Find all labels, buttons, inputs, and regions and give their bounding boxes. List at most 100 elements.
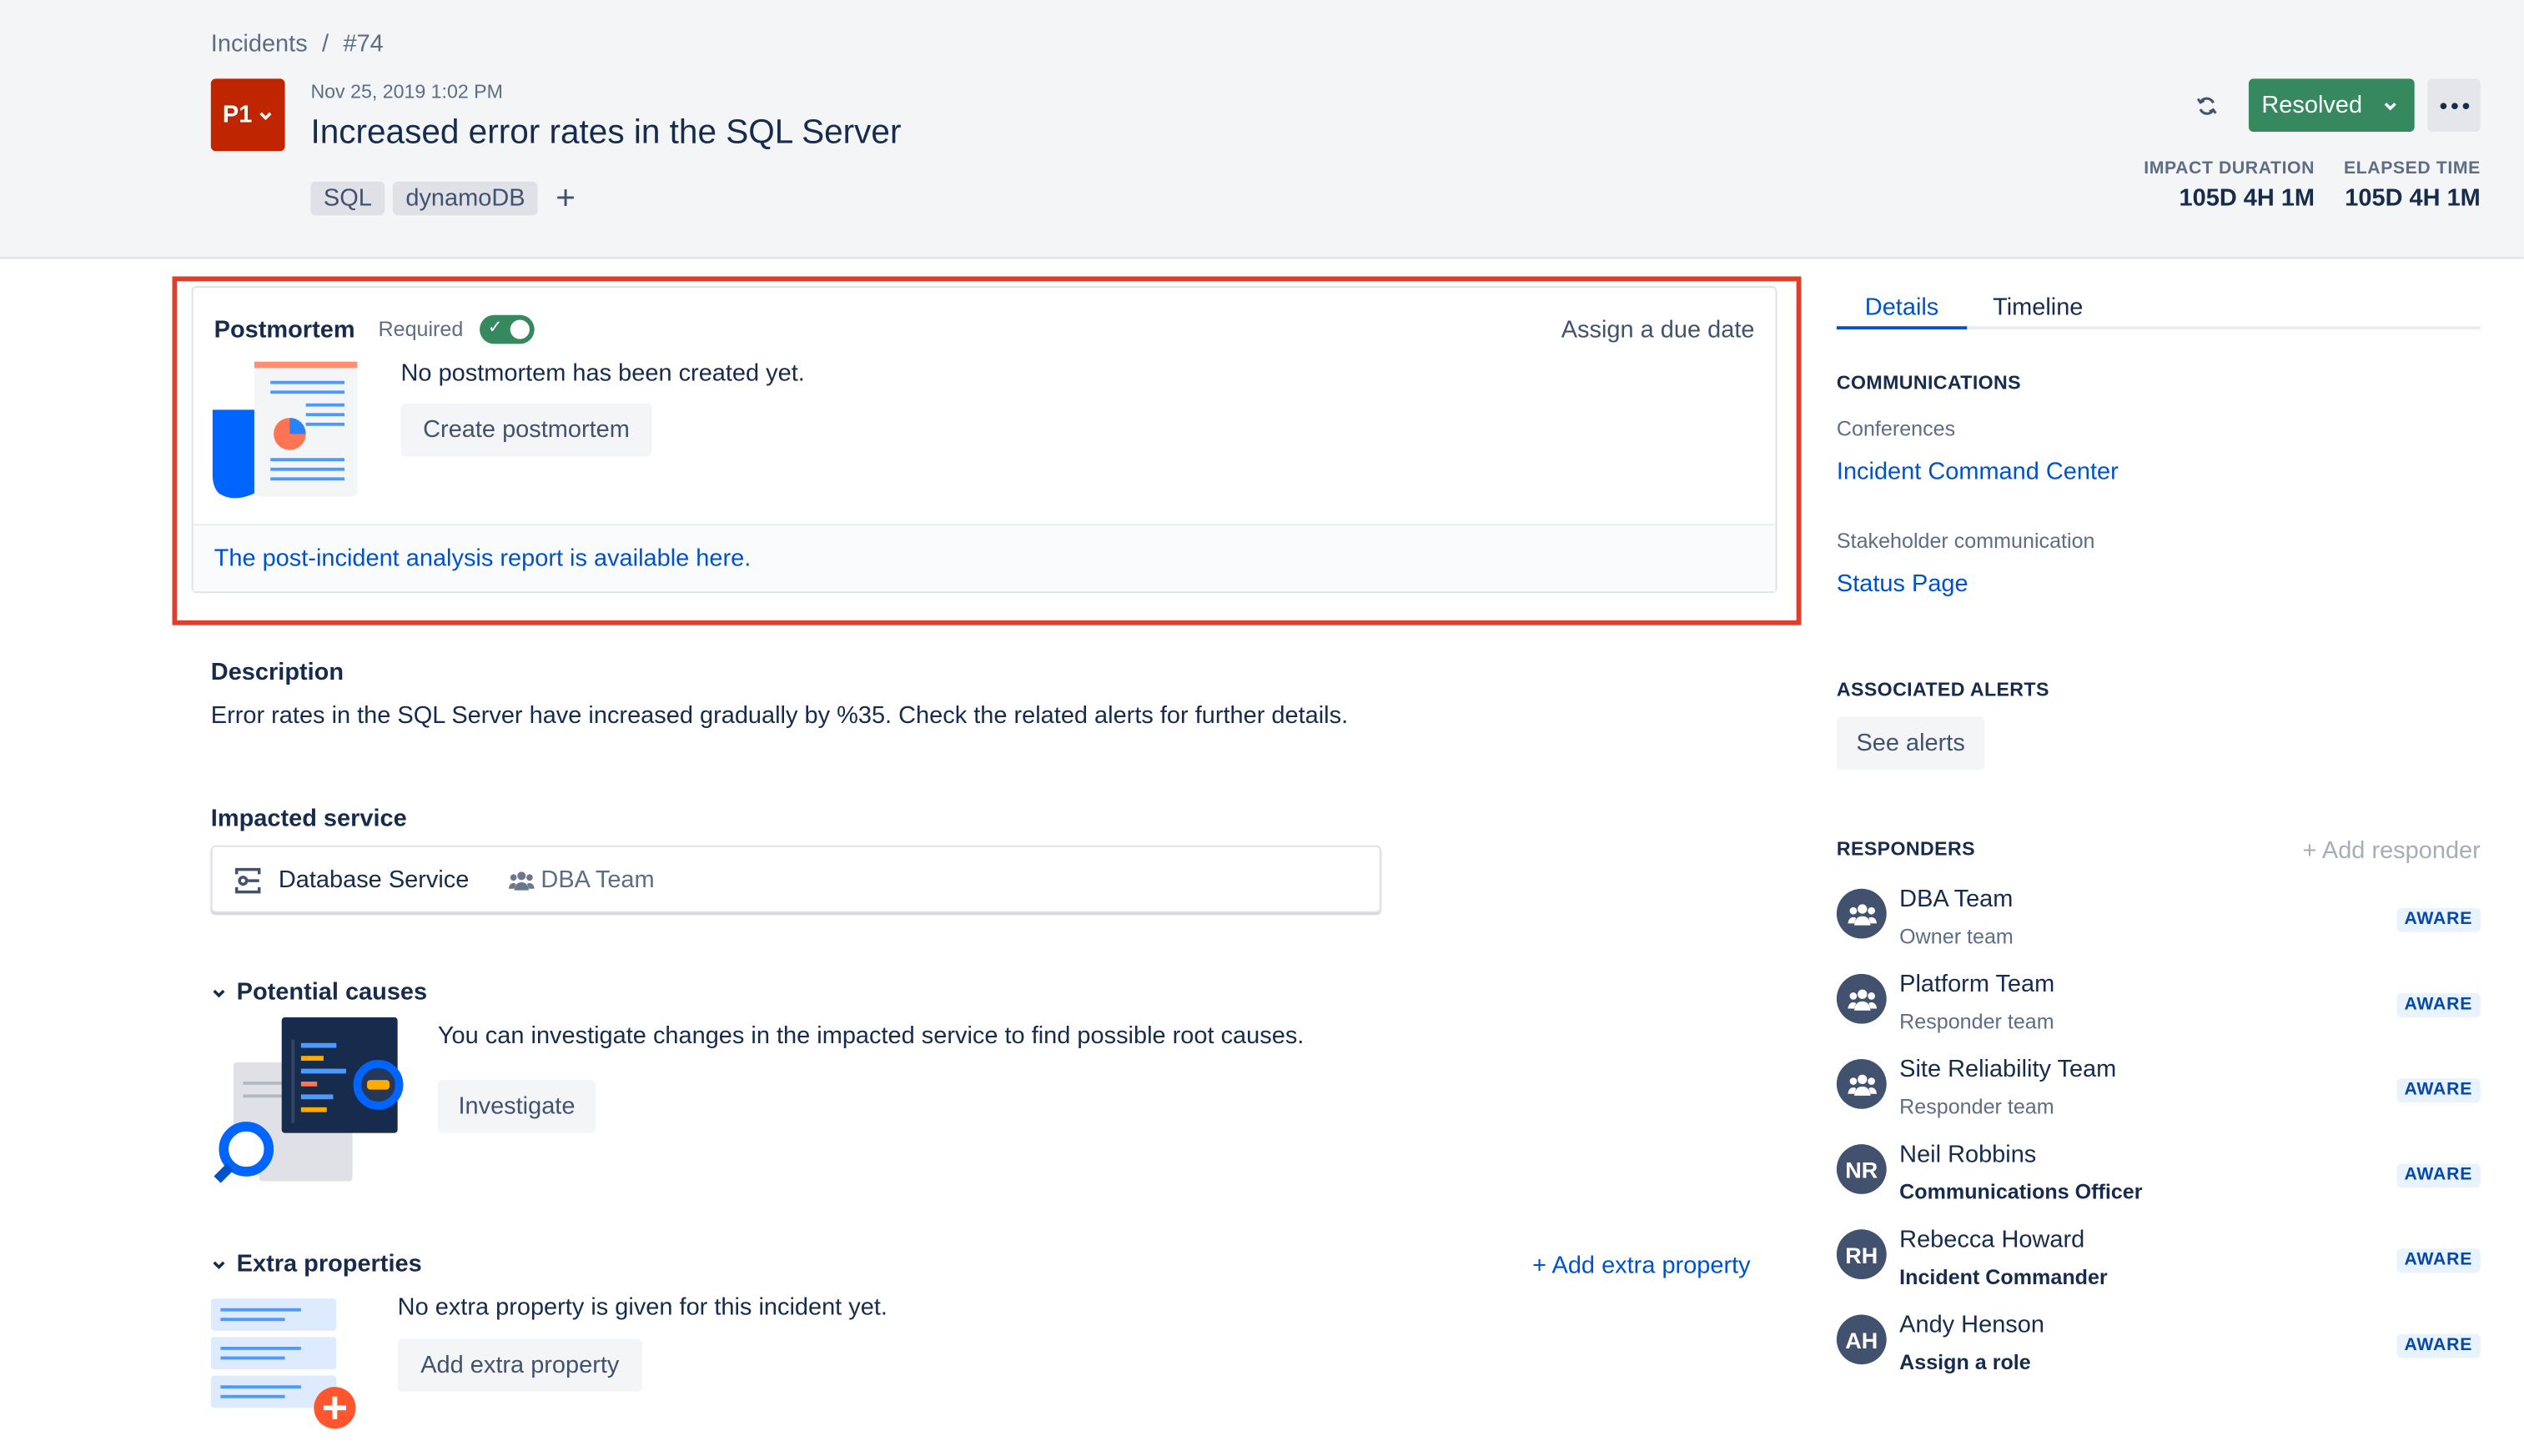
add-extra-property-button[interactable]: Add extra property — [397, 1338, 642, 1392]
responder-item: Platform Team Responder team AWARE — [1836, 971, 2481, 1045]
investigate-illustration — [214, 1017, 404, 1183]
potential-causes-title: Potential causes — [236, 978, 428, 1007]
analysis-report-link[interactable]: The post-incident analysis report is ava… — [214, 545, 752, 572]
responder-name[interactable]: Neil Robbins — [1899, 1141, 2036, 1168]
responder-name[interactable]: Platform Team — [1899, 971, 2054, 998]
elapsed-time-value: 105D 4H 1M — [2345, 184, 2481, 213]
postmortem-title: Postmortem — [214, 316, 355, 344]
see-alerts-button[interactable]: See alerts — [1836, 716, 1985, 771]
avatar-initials: NR — [1845, 1156, 1878, 1182]
team-avatar[interactable] — [1836, 1059, 1887, 1109]
avatar[interactable]: RH — [1836, 1229, 1887, 1280]
responder-role[interactable]: Communications Officer — [1899, 1180, 2142, 1204]
incident-header: Incidents / #74 P1 Nov 25, 2019 1:02 PM … — [0, 0, 2524, 259]
chevron-down-icon — [213, 988, 225, 997]
more-actions-button[interactable] — [2427, 78, 2481, 133]
potential-causes-toggle[interactable]: Potential causes — [211, 978, 428, 1007]
status-badge: AWARE — [2396, 907, 2481, 932]
postmortem-illustration — [212, 361, 358, 499]
breadcrumb-incidents[interactable]: Incidents — [211, 31, 308, 58]
responder-item: DBA Team Owner team AWARE — [1836, 886, 2481, 960]
team-icon — [1847, 1073, 1877, 1095]
elapsed-time-label: ELAPSED TIME — [2344, 158, 2481, 178]
avatar-initials: RH — [1845, 1241, 1878, 1268]
responder-role[interactable]: Assign a role — [1899, 1350, 2031, 1374]
chevron-down-icon — [259, 111, 271, 120]
tab-timeline[interactable]: Timeline — [1993, 294, 2083, 322]
tab-details[interactable]: Details — [1837, 294, 1967, 322]
avatar[interactable]: NR — [1836, 1144, 1887, 1194]
breadcrumb-current: #74 — [343, 30, 384, 58]
avatar[interactable]: AH — [1836, 1314, 1887, 1365]
impacted-service-title: Impacted service — [210, 805, 407, 833]
service-team: DBA Team — [540, 866, 655, 894]
tag-sql[interactable]: SQL — [310, 181, 385, 216]
add-responder-link[interactable]: + Add responder — [2303, 837, 2481, 865]
status-dropdown[interactable]: Resolved — [2248, 78, 2415, 133]
status-badge: AWARE — [2396, 1333, 2481, 1358]
breadcrumb-separator: / — [322, 30, 329, 58]
incident-command-center-link[interactable]: Incident Command Center — [1837, 458, 2119, 485]
responder-role[interactable]: Incident Commander — [1899, 1265, 2108, 1289]
toggle-knob — [510, 319, 530, 339]
add-extra-property-link[interactable]: + Add extra property — [1532, 1252, 1750, 1279]
responder-item: AH Andy Henson Assign a role AWARE — [1836, 1312, 2481, 1386]
responder-name[interactable]: Site Reliability Team — [1899, 1056, 2116, 1083]
refresh-icon — [2196, 97, 2217, 115]
responder-role: Responder team — [1899, 1094, 2054, 1119]
breadcrumb: Incidents / #74 — [211, 31, 384, 58]
add-tag-button[interactable]: + — [556, 181, 576, 214]
status-label: Resolved — [2261, 91, 2363, 119]
responder-name[interactable]: DBA Team — [1899, 886, 2013, 913]
tag-dynamodb[interactable]: dynamoDB — [392, 181, 538, 216]
service-name[interactable]: Database Service — [279, 866, 470, 894]
service-icon — [234, 867, 261, 894]
communications-heading: COMMUNICATIONS — [1836, 371, 2022, 394]
associated-alerts-heading: ASSOCIATED ALERTS — [1836, 678, 2049, 701]
description-text: Error rates in the SQL Server have incre… — [210, 702, 1349, 730]
more-icon-dot — [2461, 102, 2469, 109]
conferences-label: Conferences — [1836, 416, 1956, 441]
responder-item: Site Reliability Team Responder team AWARE — [1836, 1056, 2481, 1130]
postmortem-message: No postmortem has been created yet. — [400, 359, 805, 388]
status-page-link[interactable]: Status Page — [1837, 570, 1968, 598]
postmortem-footer: The post-incident analysis report is ava… — [193, 524, 1776, 592]
extra-properties-toggle[interactable]: Extra properties — [211, 1250, 422, 1278]
responders-heading: RESPONDERS — [1836, 837, 1975, 861]
tab-active-indicator — [1836, 326, 1968, 330]
impact-duration-label: IMPACT DURATION — [2144, 158, 2315, 178]
create-postmortem-button[interactable]: Create postmortem — [400, 403, 652, 457]
tag-list: SQL dynamoDB + — [310, 181, 576, 216]
more-icon-dot — [2451, 102, 2457, 109]
status-badge: AWARE — [2396, 1078, 2481, 1103]
team-icon — [1847, 903, 1877, 925]
team-avatar[interactable] — [1836, 888, 1887, 939]
refresh-button[interactable] — [2186, 87, 2228, 125]
team-icon — [508, 871, 535, 891]
required-toggle[interactable]: ✓ — [480, 314, 535, 344]
extra-properties-title: Extra properties — [236, 1250, 422, 1278]
responder-name[interactable]: Andy Henson — [1899, 1312, 2044, 1339]
responder-role: Responder team — [1899, 1009, 2054, 1034]
chevron-down-icon — [213, 1260, 225, 1269]
priority-selector[interactable]: P1 — [210, 78, 285, 152]
responder-item: RH Rebecca Howard Incident Commander AWARE — [1836, 1226, 2481, 1300]
more-icon — [2439, 102, 2446, 109]
investigate-button[interactable]: Investigate — [437, 1080, 596, 1133]
team-avatar[interactable] — [1836, 973, 1887, 1024]
responder-name[interactable]: Rebecca Howard — [1899, 1226, 2084, 1253]
impact-duration: IMPACT DURATION 105D 4H 1M — [2119, 159, 2315, 213]
description-title: Description — [210, 659, 344, 686]
impacted-service-card[interactable]: Database Service DBA Team — [210, 845, 1381, 913]
potential-causes-text: You can investigate changes in the impac… — [437, 1022, 1305, 1050]
status-badge: AWARE — [2396, 1163, 2481, 1188]
team-icon — [1847, 988, 1877, 1010]
check-icon: ✓ — [487, 318, 503, 338]
created-timestamp: Nov 25, 2019 1:02 PM — [310, 80, 503, 103]
elapsed-time: ELAPSED TIME 105D 4H 1M — [2327, 158, 2481, 213]
priority-label: P1 — [222, 101, 253, 129]
assign-due-date-link[interactable]: Assign a due date — [1561, 317, 1755, 344]
impact-duration-value: 105D 4H 1M — [2179, 184, 2315, 213]
chevron-down-icon — [2383, 102, 2396, 110]
status-badge: AWARE — [2396, 993, 2481, 1017]
